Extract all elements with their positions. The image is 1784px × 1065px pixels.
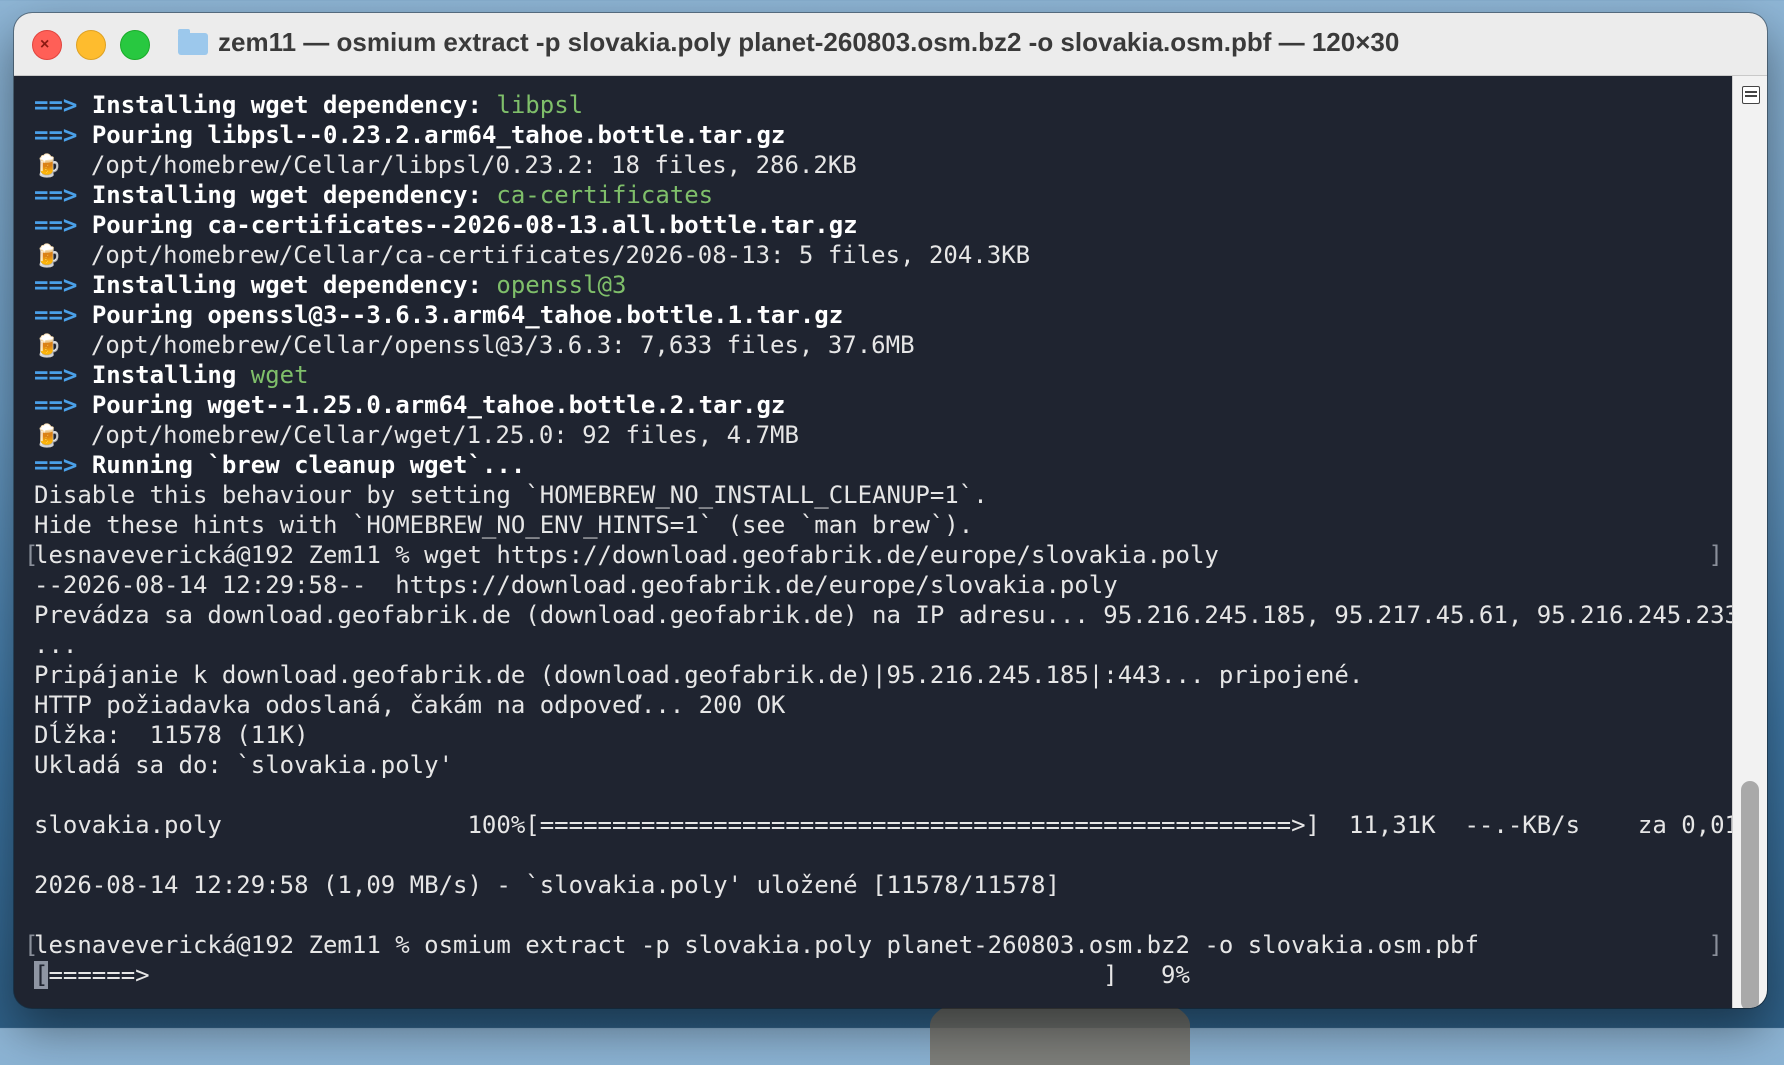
title-bar[interactable]: × zem11 — osmium extract -p slovakia.pol… [14, 13, 1767, 76]
output-line: Disable this behaviour by setting `HOMEB… [34, 481, 988, 509]
beer-icon: 🍺 [34, 244, 62, 269]
text-cursor: [ [34, 961, 49, 989]
output-line: ==> Installing wget dependency: libpsl [34, 91, 584, 119]
arrow-icon: ==> [34, 91, 78, 119]
output-line: Hide these hints with `HOMEBREW_NO_ENV_H… [34, 511, 974, 539]
vertical-scrollbar[interactable] [1732, 76, 1767, 1008]
mark-bracket-left: [ [24, 931, 39, 959]
mark-bracket-right: ] [1708, 931, 1723, 959]
minimize-button[interactable] [76, 30, 106, 60]
scrollbar-thumb[interactable] [1741, 781, 1759, 1008]
output-line: 🍺 /opt/homebrew/Cellar/openssl@3/3.6.3: … [34, 330, 1733, 360]
window-title: zem11 — osmium extract -p slovakia.poly … [218, 27, 1400, 57]
command-text: lesnaveverická@192 Zem11 % wget https://… [34, 541, 1219, 569]
close-button[interactable]: × [32, 30, 62, 60]
terminal-output[interactable]: ==> Installing wget dependency: libpsl =… [14, 76, 1733, 1008]
download-progress-line: slovakia.poly 100%[=====================… [34, 811, 1733, 839]
output-line: ... [34, 631, 78, 659]
arrow-icon: ==> [34, 211, 78, 239]
beer-icon: 🍺 [34, 334, 62, 359]
prompt-line: [lesnaveverická@192 Zem11 % wget https:/… [24, 540, 1733, 570]
zoom-button[interactable] [120, 30, 150, 60]
output-line: ==> Installing wget dependency: ca-certi… [34, 181, 714, 209]
output-line: ==> Pouring openssl@3--3.6.3.arm64_tahoe… [34, 301, 844, 329]
folder-icon [178, 29, 208, 55]
output-line: ==> Installing wget dependency: openssl@… [34, 271, 627, 299]
output-line: ==> Running `brew cleanup wget`... [34, 451, 526, 479]
osmium-progress-line: [======> ] 9% [34, 960, 1733, 990]
close-icon: × [40, 36, 50, 53]
output-line: Dĺžka: 11578 (11K) [34, 721, 309, 749]
progress-bar-tail: ] 9% [149, 961, 1190, 989]
command-text: lesnaveverická@192 Zem11 % osmium extrac… [34, 931, 1479, 959]
mark-bracket-left: [ [24, 541, 39, 569]
output-line: HTTP požiadavka odoslaná, čakám na odpov… [34, 691, 786, 719]
output-line: --2026-08-14 12:29:58-- https://download… [34, 571, 1118, 599]
arrow-icon: ==> [34, 301, 78, 329]
terminal-window: × zem11 — osmium extract -p slovakia.pol… [14, 13, 1767, 1008]
arrow-icon: ==> [34, 181, 78, 209]
prompt-line: [lesnaveverická@192 Zem11 % osmium extra… [24, 930, 1733, 960]
beer-icon: 🍺 [34, 154, 62, 179]
output-line: Prevádza sa download.geofabrik.de (downl… [34, 601, 1733, 629]
output-line: ==> Installing wget [34, 361, 309, 389]
progress-bar-fill: ======> [48, 961, 150, 989]
arrow-icon: ==> [34, 271, 78, 299]
output-line: Pripájanie k download.geofabrik.de (down… [34, 661, 1364, 689]
arrow-icon: ==> [34, 121, 78, 149]
output-line: ==> Pouring libpsl--0.23.2.arm64_tahoe.b… [34, 121, 786, 149]
output-line: 🍺 /opt/homebrew/Cellar/ca-certificates/2… [34, 240, 1733, 270]
arrow-icon: ==> [34, 451, 78, 479]
scrollbar-menu-icon[interactable] [1742, 86, 1760, 104]
output-line: 🍺 /opt/homebrew/Cellar/wget/1.25.0: 92 f… [34, 420, 1733, 450]
output-line: 🍺 /opt/homebrew/Cellar/libpsl/0.23.2: 18… [34, 150, 1733, 180]
output-line: 2026-08-14 12:29:58 (1,09 MB/s) - `slova… [34, 871, 1060, 899]
output-line: ==> Pouring ca-certificates--2026-08-13.… [34, 211, 858, 239]
beer-icon: 🍺 [34, 424, 62, 449]
output-line: ==> Pouring wget--1.25.0.arm64_tahoe.bot… [34, 391, 786, 419]
mark-bracket-right: ] [1708, 541, 1723, 569]
arrow-icon: ==> [34, 391, 78, 419]
output-line: Ukladá sa do: `slovakia.poly' [34, 751, 454, 779]
arrow-icon: ==> [34, 361, 78, 389]
